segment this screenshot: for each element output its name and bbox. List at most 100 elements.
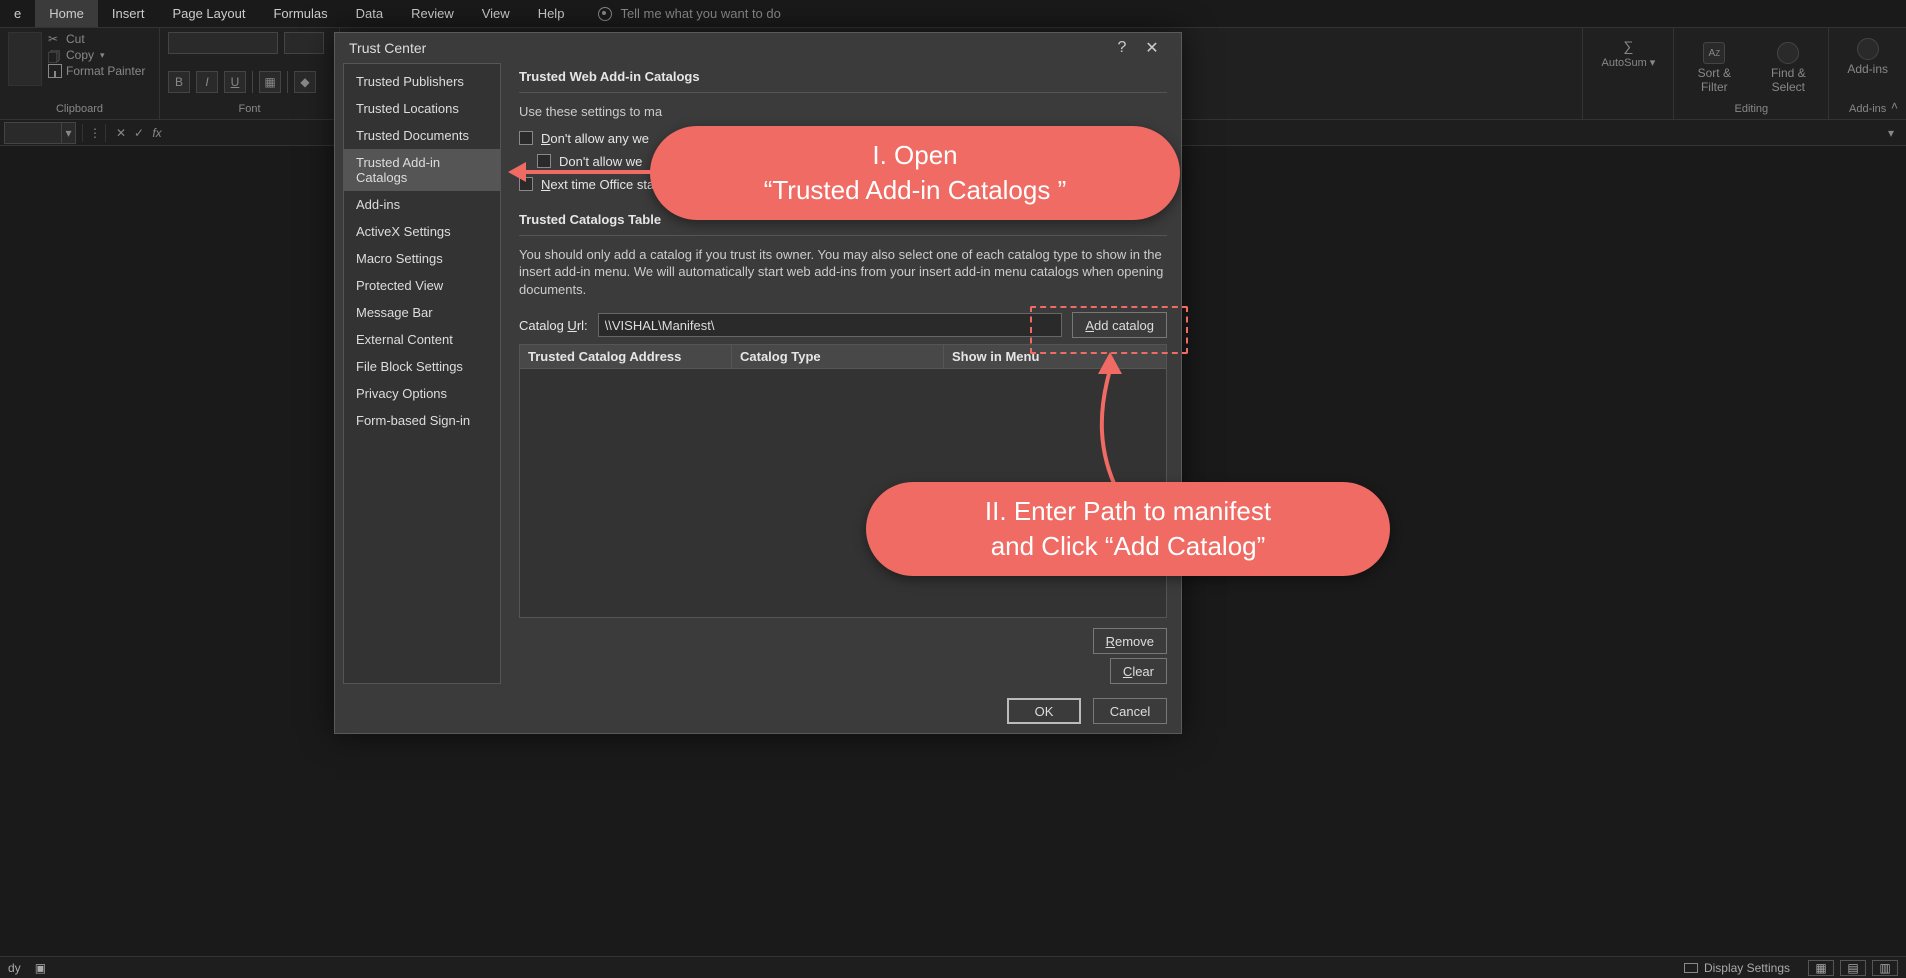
tab-home[interactable]: Home bbox=[35, 0, 98, 27]
view-normal-icon[interactable]: ▦ bbox=[1808, 960, 1834, 976]
italic-button[interactable]: I bbox=[196, 71, 218, 93]
nav-protected-view[interactable]: Protected View bbox=[344, 272, 500, 299]
nav-addins[interactable]: Add-ins bbox=[344, 191, 500, 218]
fill-color-button[interactable]: ◆ bbox=[294, 71, 316, 93]
nav-form-signin[interactable]: Form-based Sign-in bbox=[344, 407, 500, 434]
display-settings-button[interactable]: Display Settings bbox=[1684, 961, 1790, 975]
paste-button[interactable] bbox=[8, 32, 42, 86]
section2-intro: You should only add a catalog if you tru… bbox=[519, 246, 1167, 299]
tab-formulas[interactable]: Formulas bbox=[259, 0, 341, 27]
nav-external-content[interactable]: External Content bbox=[344, 326, 500, 353]
brush-icon bbox=[48, 64, 62, 78]
dialog-close-button[interactable]: ✕ bbox=[1137, 33, 1167, 63]
catalog-url-label: Catalog Url:Catalog Url: bbox=[519, 318, 588, 333]
tab-page-layout[interactable]: Page Layout bbox=[158, 0, 259, 27]
find-icon bbox=[1777, 42, 1799, 64]
chk-dont-allow-any[interactable] bbox=[519, 131, 533, 145]
editing-group-label: Editing bbox=[1682, 103, 1820, 117]
col-type[interactable]: Catalog Type bbox=[732, 345, 944, 368]
font-family-dropdown[interactable] bbox=[168, 32, 278, 54]
ribbon-tabs: e Home Insert Page Layout Formulas Data … bbox=[0, 0, 1906, 28]
format-painter-label: Format Painter bbox=[66, 64, 145, 78]
borders-button[interactable]: ▦ bbox=[259, 71, 281, 93]
section1-intro: Use these settings to ma bbox=[519, 103, 1167, 121]
nav-trusted-documents[interactable]: Trusted Documents bbox=[344, 122, 500, 149]
sort-filter-label: Sort & Filter bbox=[1692, 66, 1736, 94]
find-select-button[interactable]: Find & Select bbox=[1756, 36, 1820, 94]
nav-message-bar[interactable]: Message Bar bbox=[344, 299, 500, 326]
annotation-arrow-2 bbox=[1088, 352, 1148, 492]
tab-insert[interactable]: Insert bbox=[98, 0, 159, 27]
autosum-button[interactable]: ∑ AutoSum ▾ bbox=[1591, 32, 1665, 69]
view-page-layout-icon[interactable]: ▤ bbox=[1840, 960, 1866, 976]
font-group-label: Font bbox=[168, 103, 331, 117]
nav-file-block[interactable]: File Block Settings bbox=[344, 353, 500, 380]
sort-filter-button[interactable]: AZ Sort & Filter bbox=[1682, 36, 1746, 94]
nav-macro[interactable]: Macro Settings bbox=[344, 245, 500, 272]
fx-label: fx bbox=[152, 126, 161, 140]
annotation-2-line-1: II. Enter Path to manifest bbox=[985, 494, 1271, 529]
tab-data[interactable]: Data bbox=[342, 0, 397, 27]
fx-icon[interactable]: fx bbox=[148, 126, 166, 140]
monitor-icon bbox=[1684, 963, 1698, 973]
name-box[interactable] bbox=[4, 122, 62, 144]
copy-icon bbox=[48, 48, 62, 62]
status-ready: dy bbox=[8, 961, 21, 975]
annotation-1-line-1: I. Open bbox=[872, 138, 957, 173]
tab-review[interactable]: Review bbox=[397, 0, 468, 27]
tab-view[interactable]: View bbox=[468, 0, 524, 27]
trust-center-nav: Trusted Publishers Trusted Locations Tru… bbox=[343, 63, 501, 684]
cut-button[interactable]: Cut bbox=[48, 32, 145, 46]
annotation-1-line-2: “Trusted Add-in Catalogs ” bbox=[764, 173, 1067, 208]
expand-formula-bar-icon[interactable]: ▾ bbox=[1882, 124, 1900, 142]
macro-record-icon[interactable]: ▣ bbox=[35, 961, 46, 975]
nav-trusted-addin-catalogs[interactable]: Trusted Add-in Catalogs bbox=[344, 149, 500, 191]
cancel-button[interactable]: Cancel bbox=[1093, 698, 1167, 724]
nav-privacy[interactable]: Privacy Options bbox=[344, 380, 500, 407]
addins-icon bbox=[1857, 38, 1879, 60]
dialog-titlebar: Trust Center ? ✕ bbox=[335, 33, 1181, 63]
underline-button[interactable]: U bbox=[224, 71, 246, 93]
font-size-dropdown[interactable] bbox=[284, 32, 324, 54]
autosum-label: AutoSum bbox=[1601, 57, 1646, 69]
view-page-break-icon[interactable]: ▥ bbox=[1872, 960, 1898, 976]
cancel-formula-icon[interactable]: ✕ bbox=[112, 126, 130, 140]
annotation-callout-2: II. Enter Path to manifest and Click “Ad… bbox=[866, 482, 1390, 576]
lightbulb-icon bbox=[598, 7, 612, 21]
scissors-icon bbox=[48, 32, 62, 46]
clear-button[interactable]: CClearlear bbox=[1110, 658, 1167, 684]
clipboard-group-label: Clipboard bbox=[8, 103, 151, 117]
addins-label: Add-ins bbox=[1847, 62, 1888, 76]
cut-label: Cut bbox=[66, 32, 85, 46]
copy-button[interactable]: Copy▾ bbox=[48, 48, 145, 62]
dialog-footer: OK Cancel bbox=[335, 698, 1181, 738]
nav-activex[interactable]: ActiveX Settings bbox=[344, 218, 500, 245]
col-address[interactable]: Trusted Catalog Address bbox=[520, 345, 732, 368]
section-web-addin-catalogs-title: Trusted Web Add-in Catalogs bbox=[519, 63, 1167, 93]
addins-group-label: Add-ins bbox=[1837, 103, 1898, 117]
annotation-2-line-2: and Click “Add Catalog” bbox=[991, 529, 1266, 564]
catalog-url-input[interactable] bbox=[598, 313, 1063, 337]
name-box-dropdown[interactable]: ▾ bbox=[62, 122, 76, 144]
tab-help[interactable]: Help bbox=[524, 0, 579, 27]
nav-trusted-locations[interactable]: Trusted Locations bbox=[344, 95, 500, 122]
tell-me-search[interactable]: Tell me what you want to do bbox=[598, 6, 780, 21]
bold-button[interactable]: B bbox=[168, 71, 190, 93]
group-font: B I U ▦ ◆ Font bbox=[160, 28, 340, 119]
dialog-title: Trust Center bbox=[349, 40, 426, 56]
format-painter-button[interactable]: Format Painter bbox=[48, 64, 145, 78]
copy-label: Copy bbox=[66, 48, 94, 62]
status-bar: dy ▣ Display Settings ▦ ▤ ▥ bbox=[0, 956, 1906, 978]
dialog-help-button[interactable]: ? bbox=[1107, 33, 1137, 63]
annotation-arrow-1 bbox=[508, 162, 658, 182]
tab-file[interactable]: e bbox=[0, 0, 35, 27]
group-clipboard: Cut Copy▾ Format Painter Clipboard bbox=[0, 28, 160, 119]
ok-button[interactable]: OK bbox=[1007, 698, 1081, 724]
collapse-ribbon-icon[interactable]: ˄ bbox=[1891, 99, 1898, 113]
chk-dont-allow-any-label: DDon't allow any weon't allow any we bbox=[541, 131, 649, 146]
nav-trusted-publishers[interactable]: Trusted Publishers bbox=[344, 68, 500, 95]
remove-button[interactable]: RRemoveemove bbox=[1093, 628, 1167, 654]
enter-formula-icon[interactable]: ✓ bbox=[130, 126, 148, 140]
annotation-callout-1: I. Open “Trusted Add-in Catalogs ” bbox=[650, 126, 1180, 220]
addins-button[interactable]: Add-ins bbox=[1837, 32, 1898, 76]
